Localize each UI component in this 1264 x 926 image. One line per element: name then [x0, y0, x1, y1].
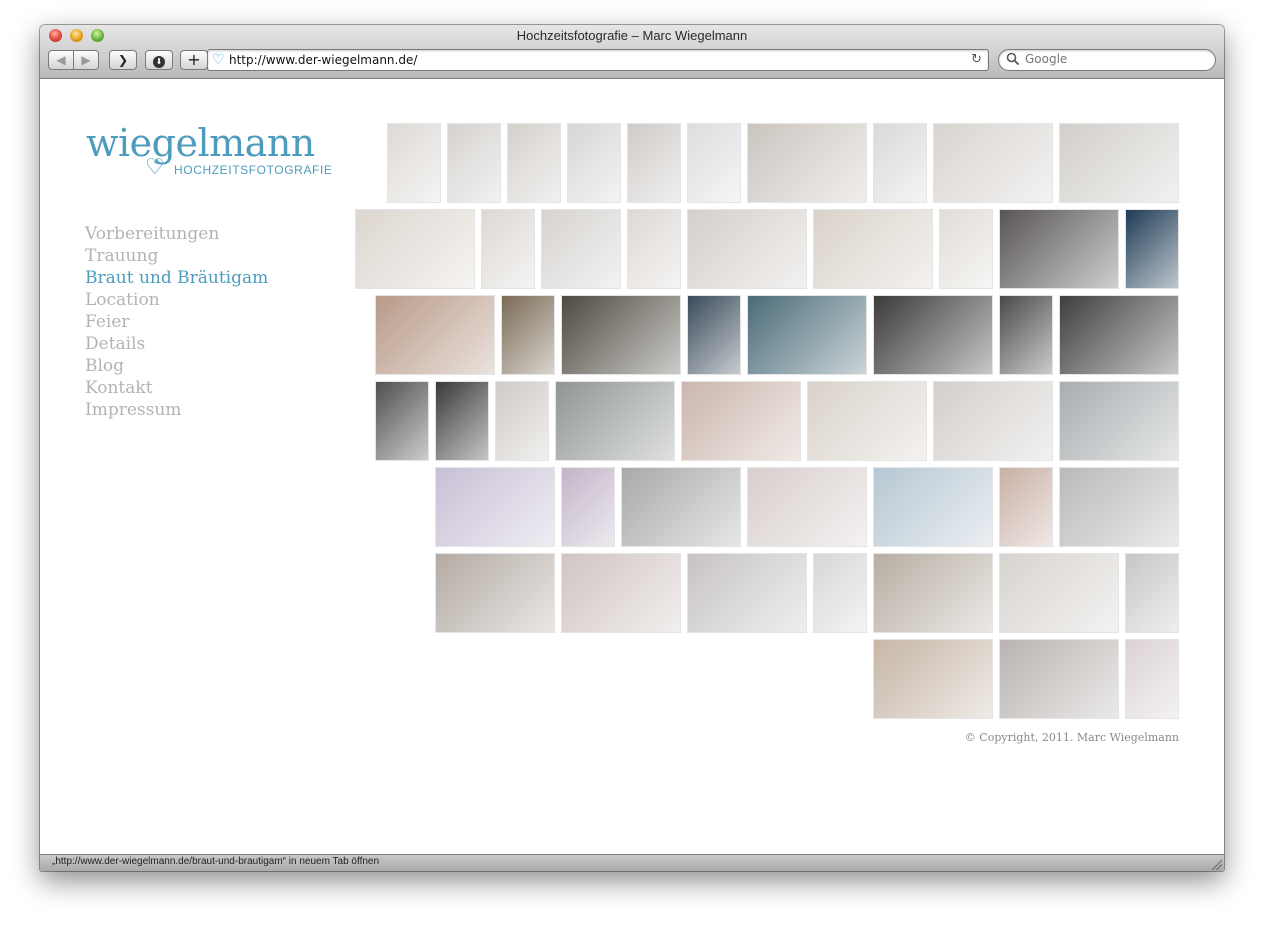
photo-thumbnail[interactable] [627, 209, 681, 289]
photo-thumbnail[interactable] [873, 467, 993, 547]
photo-thumbnail[interactable] [747, 123, 867, 203]
photo-thumbnail[interactable] [999, 553, 1119, 633]
status-bar: „http://www.der-wiegelmann.de/braut-und-… [40, 854, 1224, 871]
photo-thumbnail[interactable] [1125, 639, 1179, 719]
heart-icon: ♡ [145, 155, 165, 180]
photo-thumbnail[interactable] [999, 295, 1053, 375]
search-input[interactable] [1025, 52, 1205, 66]
photo-thumbnail[interactable] [1125, 209, 1179, 289]
photo-thumbnail[interactable] [999, 209, 1119, 289]
photo-thumbnail[interactable] [687, 123, 741, 203]
photo-thumbnail[interactable] [873, 639, 993, 719]
photo-thumbnail[interactable] [627, 123, 681, 203]
forward-button[interactable]: ▶ [73, 50, 99, 70]
add-bookmark-button[interactable]: + [180, 50, 208, 70]
photo-thumbnail[interactable] [873, 295, 993, 375]
photo-thumbnail[interactable] [447, 123, 501, 203]
photo-thumbnail[interactable] [375, 295, 495, 375]
page-content: wiegelmann ♡ HOCHZEITSFOTOGRAFIE Vorbere… [40, 79, 1224, 855]
photo-thumbnail[interactable] [435, 381, 489, 461]
photo-thumbnail[interactable] [813, 553, 867, 633]
logo-subtitle: HOCHZEITSFOTOGRAFIE [174, 163, 333, 177]
logo-wordmark: wiegelmann [86, 121, 315, 165]
reload-icon[interactable]: ↻ [971, 51, 982, 69]
back-arrow-icon: ◀ [56, 53, 66, 67]
forward-arrow-icon: ▶ [81, 53, 91, 67]
photo-thumbnail[interactable] [687, 295, 741, 375]
photo-thumbnail[interactable] [435, 467, 555, 547]
magnifier-icon [1006, 52, 1020, 69]
nav-item-vorbereitungen[interactable]: Vorbereitungen [85, 223, 268, 245]
plus-icon: + [187, 50, 201, 69]
nav-item-location[interactable]: Location [85, 289, 268, 311]
photo-thumbnail[interactable] [873, 553, 993, 633]
top-sites-icon: ❯ [117, 53, 129, 67]
nav-item-trauung[interactable]: Trauung [85, 245, 268, 267]
photo-thumbnail[interactable] [807, 381, 927, 461]
nav-item-kontakt[interactable]: Kontakt [85, 377, 268, 399]
nav-item-braut-und-braeutigam[interactable]: Braut und Bräutigam [85, 267, 268, 289]
photo-thumbnail[interactable] [375, 381, 429, 461]
downloads-button[interactable]: ⬇ [145, 50, 173, 70]
copyright-text: © Copyright, 2011. Marc Wiegelmann [964, 731, 1179, 744]
photo-thumbnail[interactable] [687, 553, 807, 633]
photo-thumbnail[interactable] [507, 123, 561, 203]
photo-thumbnail[interactable] [561, 553, 681, 633]
photo-thumbnail[interactable] [387, 123, 441, 203]
resize-grip-icon[interactable] [1210, 858, 1222, 870]
photo-thumbnail[interactable] [435, 553, 555, 633]
window-title: Hochzeitsfotografie – Marc Wiegelmann [516, 28, 748, 43]
photo-thumbnail[interactable] [933, 123, 1053, 203]
photo-thumbnail[interactable] [1059, 381, 1179, 461]
photo-thumbnail[interactable] [747, 295, 867, 375]
nav-item-details[interactable]: Details [85, 333, 268, 355]
photo-thumbnail[interactable] [355, 209, 475, 289]
photo-thumbnail[interactable] [939, 209, 993, 289]
nav-item-blog[interactable]: Blog [85, 355, 268, 377]
photo-thumbnail[interactable] [567, 123, 621, 203]
photo-thumbnail[interactable] [999, 467, 1053, 547]
main-navigation: Vorbereitungen Trauung Braut und Bräutig… [85, 223, 268, 421]
photo-thumbnail[interactable] [933, 381, 1053, 461]
back-button[interactable]: ◀ [48, 50, 74, 70]
photo-thumbnail[interactable] [495, 381, 549, 461]
photo-thumbnail[interactable] [1125, 553, 1179, 633]
photo-thumbnail[interactable] [1059, 123, 1179, 203]
download-icon: ⬇ [153, 56, 165, 68]
nav-item-feier[interactable]: Feier [85, 311, 268, 333]
photo-thumbnail[interactable] [555, 381, 675, 461]
photo-thumbnail[interactable] [481, 209, 535, 289]
photo-thumbnail[interactable] [561, 295, 681, 375]
photo-thumbnail[interactable] [813, 209, 933, 289]
photo-thumbnail[interactable] [687, 209, 807, 289]
url-text[interactable]: http://www.der-wiegelmann.de/ [229, 53, 417, 67]
photo-thumbnail[interactable] [999, 639, 1119, 719]
site-logo[interactable]: wiegelmann ♡ HOCHZEITSFOTOGRAFIE [86, 121, 332, 183]
photo-thumbnail[interactable] [541, 209, 621, 289]
photo-thumbnail[interactable] [561, 467, 615, 547]
search-field[interactable] [998, 49, 1216, 71]
photo-thumbnail[interactable] [501, 295, 555, 375]
photo-thumbnail[interactable] [621, 467, 741, 547]
photo-thumbnail[interactable] [747, 467, 867, 547]
browser-window: Hochzeitsfotografie – Marc Wiegelmann ◀ … [40, 25, 1224, 871]
photo-thumbnail[interactable] [873, 123, 927, 203]
heart-favicon-icon: ♡ [212, 52, 225, 68]
photo-thumbnail[interactable] [1059, 295, 1179, 375]
top-sites-button[interactable]: ❯ [109, 50, 137, 70]
address-bar[interactable]: ♡ http://www.der-wiegelmann.de/ ↻ [207, 49, 989, 71]
photo-thumbnail[interactable] [1059, 467, 1179, 547]
status-text: „http://www.der-wiegelmann.de/braut-und-… [52, 856, 380, 867]
photo-thumbnail[interactable] [681, 381, 801, 461]
nav-item-impressum[interactable]: Impressum [85, 399, 268, 421]
browser-toolbar: Hochzeitsfotografie – Marc Wiegelmann ◀ … [40, 25, 1224, 79]
